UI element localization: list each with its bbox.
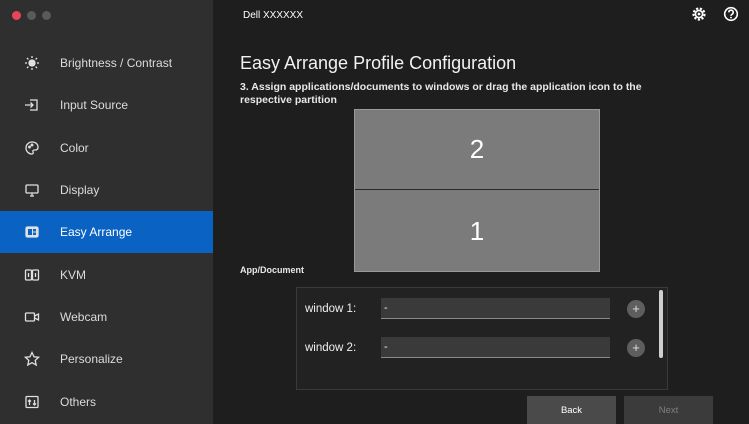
color-icon (24, 140, 40, 156)
brightness-icon (24, 55, 40, 71)
window-1-add-button[interactable]: + (627, 299, 645, 318)
sidebar-item-label: Easy Arrange (60, 225, 133, 240)
sidebar-item-label: Brightness / Contrast (60, 56, 173, 71)
sidebar-item-label: Webcam (60, 309, 108, 324)
sidebar-item-color[interactable]: Color (0, 127, 213, 169)
app-document-label: App/Document (240, 265, 304, 275)
partition-1[interactable]: 1 (355, 191, 599, 272)
close-window-button[interactable] (12, 11, 21, 20)
maximize-window-button[interactable] (42, 11, 51, 20)
star-icon (24, 351, 40, 367)
sidebar-item-input-source[interactable]: Input Source (0, 84, 213, 126)
sidebar-item-kvm[interactable]: KVM (0, 253, 213, 295)
others-icon (24, 394, 40, 410)
minimize-window-button[interactable] (27, 11, 36, 20)
sidebar-item-others[interactable]: Others (0, 380, 213, 422)
sidebar-item-label: Display (60, 183, 100, 198)
window-2-label: window 2: (305, 341, 357, 354)
gear-icon[interactable] (691, 6, 707, 22)
sidebar-item-label: Others (60, 394, 97, 409)
main-panel: Dell XXXXXX Easy Arrange Profile Configu… (213, 0, 749, 424)
sidebar-item-easy-arrange[interactable]: Easy Arrange (0, 211, 213, 254)
sidebar-nav: Brightness / Contrast Input Source Color… (0, 42, 213, 423)
sidebar-item-label: Color (60, 140, 89, 155)
window-2-input[interactable] (381, 337, 610, 358)
window-1-input[interactable] (381, 298, 610, 319)
monitor-layout-preview: 2 1 (354, 109, 600, 272)
sidebar-item-personalize[interactable]: Personalize (0, 338, 213, 380)
instruction-text: 3. Assign applications/documents to wind… (240, 81, 642, 106)
sidebar-item-brightness-contrast[interactable]: Brightness / Contrast (0, 42, 213, 84)
window-1-label: window 1: (305, 302, 357, 315)
sidebar-item-label: KVM (60, 267, 87, 282)
page-title: Easy Arrange Profile Configuration (240, 53, 517, 73)
sidebar-item-label: Input Source (60, 98, 129, 113)
sidebar: Brightness / Contrast Input Source Color… (0, 0, 213, 424)
window-controls (12, 11, 51, 20)
window-assignment-panel: window 1: + window 2: + (296, 287, 668, 390)
partition-2[interactable]: 2 (355, 110, 599, 190)
input-source-icon (24, 97, 40, 113)
help-icon[interactable] (723, 6, 739, 22)
window-1-row: window 1: + (305, 298, 645, 319)
sidebar-item-label: Personalize (60, 352, 123, 367)
window-2-add-button[interactable]: + (627, 338, 645, 357)
webcam-icon (24, 309, 40, 325)
sidebar-item-display[interactable]: Display (0, 169, 213, 211)
scrollbar[interactable] (659, 290, 663, 358)
window-2-row: window 2: + (305, 337, 645, 358)
back-button[interactable]: Back (527, 396, 616, 424)
display-icon (24, 182, 40, 198)
kvm-icon (24, 267, 40, 283)
sidebar-item-webcam[interactable]: Webcam (0, 296, 213, 338)
next-button[interactable]: Next (624, 396, 713, 424)
app-title: Dell XXXXXX (243, 10, 304, 21)
easy-arrange-icon (24, 224, 40, 240)
